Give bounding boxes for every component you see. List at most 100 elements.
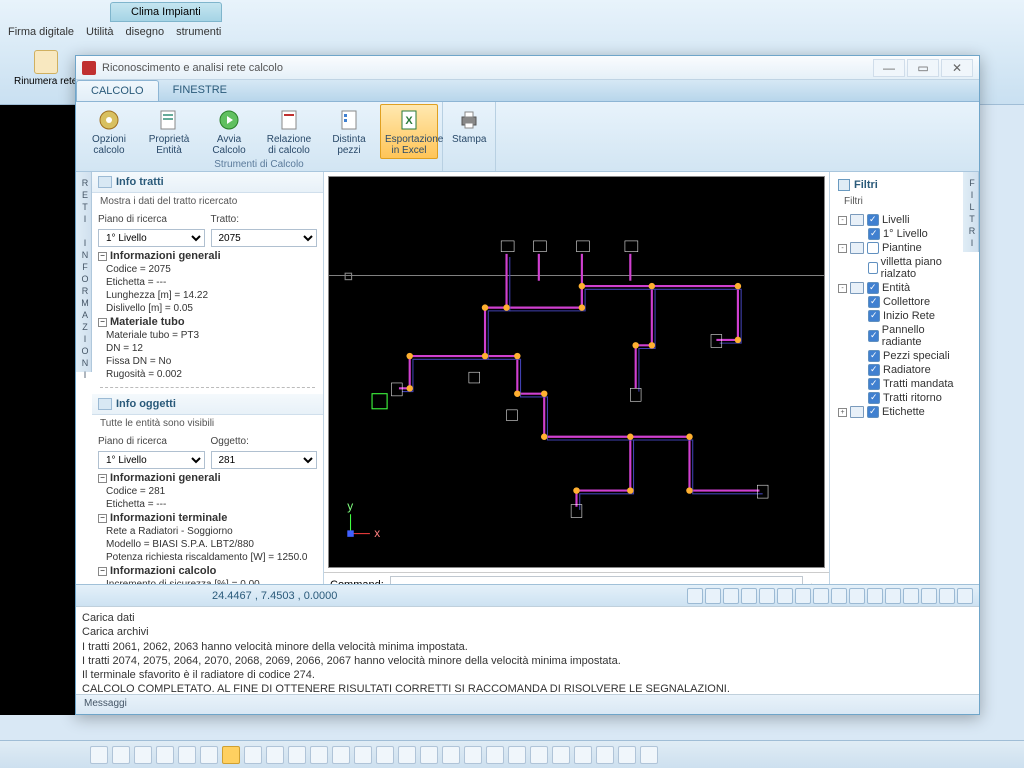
view-icon[interactable] — [831, 588, 847, 604]
proprieta-entita-button[interactable]: Proprietà Entità — [140, 104, 198, 159]
view-icon[interactable] — [741, 588, 757, 604]
view-icon[interactable] — [849, 588, 865, 604]
distinta-pezzi-button[interactable]: Distinta pezzi — [320, 104, 378, 159]
tool-icon[interactable] — [310, 746, 328, 764]
tool-icon[interactable] — [398, 746, 416, 764]
checkbox[interactable] — [868, 228, 880, 240]
filter-node[interactable]: -Entità — [834, 281, 959, 295]
oggetto-select[interactable]: 281 — [211, 451, 318, 469]
avvia-calcolo-button[interactable]: Avvia Calcolo — [200, 104, 258, 159]
menu-strumenti[interactable]: strumenti — [176, 26, 221, 38]
menu-disegno[interactable]: disegno — [126, 26, 165, 38]
tool-icon[interactable] — [530, 746, 548, 764]
tool-icon[interactable] — [486, 746, 504, 764]
checkbox[interactable] — [868, 350, 880, 362]
it-header[interactable]: −Informazioni terminale — [92, 511, 323, 525]
command-input[interactable] — [390, 576, 803, 584]
piano-ricerca-select2[interactable]: 1° Livello — [98, 451, 205, 469]
checkbox[interactable] — [868, 364, 880, 376]
view-icon[interactable] — [687, 588, 703, 604]
menu-firma[interactable]: Firma digitale — [8, 26, 74, 38]
tool-icon[interactable] — [376, 746, 394, 764]
tab-calcolo[interactable]: CALCOLO — [76, 80, 159, 101]
tool-icon[interactable] — [332, 746, 350, 764]
checkbox[interactable] — [868, 330, 879, 342]
checkbox[interactable] — [868, 262, 878, 274]
tool-icon[interactable] — [442, 746, 460, 764]
tool-icon[interactable] — [464, 746, 482, 764]
tool-icon[interactable] — [508, 746, 526, 764]
filter-node[interactable]: Pezzi speciali — [834, 349, 959, 363]
filter-node[interactable]: villetta piano rialzato — [834, 255, 959, 281]
ic-header[interactable]: −Informazioni calcolo — [92, 564, 323, 578]
rinumera-rete-button[interactable]: Rinumera rete — [8, 46, 83, 91]
vtab-reti[interactable]: RETI — [76, 172, 92, 232]
close-button[interactable]: ✕ — [941, 59, 973, 77]
filter-node[interactable]: 1° Livello — [834, 227, 959, 241]
view-icon[interactable] — [813, 588, 829, 604]
menu-utilita[interactable]: Utilità — [86, 26, 114, 38]
zoom-in-icon[interactable] — [867, 588, 883, 604]
esportazione-excel-button[interactable]: X Esportazione in Excel — [380, 104, 438, 159]
ig2-header[interactable]: −Informazioni generali — [92, 471, 323, 485]
opzioni-calcolo-button[interactable]: Opzioni calcolo — [80, 104, 138, 159]
filter-node[interactable]: Tratti ritorno — [834, 391, 959, 405]
piano-ricerca-select[interactable]: 1° Livello — [98, 229, 205, 247]
print-icon[interactable] — [957, 588, 973, 604]
tool-icon[interactable] — [266, 746, 284, 764]
checkbox[interactable] — [868, 392, 880, 404]
filter-node[interactable]: -Livelli — [834, 213, 959, 227]
vtab-informazioni[interactable]: INFORMAZIONI — [76, 232, 92, 372]
checkbox[interactable] — [868, 378, 880, 390]
filter-node[interactable]: Radiatore — [834, 363, 959, 377]
mt-header[interactable]: −Materiale tubo — [92, 315, 323, 329]
zoom-fit-icon[interactable] — [903, 588, 919, 604]
view-icon[interactable] — [795, 588, 811, 604]
filter-node[interactable]: Pannello radiante — [834, 323, 959, 349]
view-icon[interactable] — [705, 588, 721, 604]
vtab-filtri[interactable]: FILTRI — [963, 172, 979, 252]
tratto-select[interactable]: 2075 — [211, 229, 318, 247]
tool-icon[interactable] — [618, 746, 636, 764]
tool-icon[interactable] — [200, 746, 218, 764]
tool-icon[interactable] — [112, 746, 130, 764]
drawing-canvas[interactable]: x y — [328, 176, 825, 568]
tool-icon[interactable] — [288, 746, 306, 764]
zoom-out-icon[interactable] — [885, 588, 901, 604]
tool-icon[interactable] — [596, 746, 614, 764]
filter-node[interactable]: Inizio Rete — [834, 309, 959, 323]
tab-finestre[interactable]: FINESTRE — [159, 80, 241, 101]
tool-icon[interactable] — [354, 746, 372, 764]
relazione-calcolo-button[interactable]: Relazione di calcolo — [260, 104, 318, 159]
filter-node[interactable]: Tratti mandata — [834, 377, 959, 391]
checkbox[interactable] — [868, 310, 880, 322]
view-icon[interactable] — [723, 588, 739, 604]
folder-icon[interactable] — [939, 588, 955, 604]
tool-icon[interactable] — [574, 746, 592, 764]
checkbox[interactable] — [867, 406, 879, 418]
messages-tab[interactable]: Messaggi — [76, 694, 979, 714]
filter-node[interactable]: +Etichette — [834, 405, 959, 419]
checkbox[interactable] — [867, 242, 879, 254]
checkbox[interactable] — [867, 214, 879, 226]
tool-icon[interactable] — [134, 746, 152, 764]
filter-node[interactable]: Collettore — [834, 295, 959, 309]
stampa-button[interactable]: Stampa — [447, 104, 491, 148]
tool-icon[interactable] — [552, 746, 570, 764]
tool-icon[interactable] — [222, 746, 240, 764]
tool-icon[interactable] — [420, 746, 438, 764]
tool-icon[interactable] — [178, 746, 196, 764]
checkbox[interactable] — [867, 282, 879, 294]
tool-icon[interactable] — [90, 746, 108, 764]
checkbox[interactable] — [868, 296, 880, 308]
maximize-button[interactable]: ▭ — [907, 59, 939, 77]
minimize-button[interactable]: — — [873, 59, 905, 77]
tool-icon[interactable] — [244, 746, 262, 764]
view-icon[interactable] — [777, 588, 793, 604]
ig-header[interactable]: −Informazioni generali — [92, 249, 323, 263]
filter-node[interactable]: -Piantine — [834, 241, 959, 255]
tool-icon[interactable] — [156, 746, 174, 764]
view-icon[interactable] — [759, 588, 775, 604]
pan-icon[interactable] — [921, 588, 937, 604]
tool-icon[interactable] — [640, 746, 658, 764]
